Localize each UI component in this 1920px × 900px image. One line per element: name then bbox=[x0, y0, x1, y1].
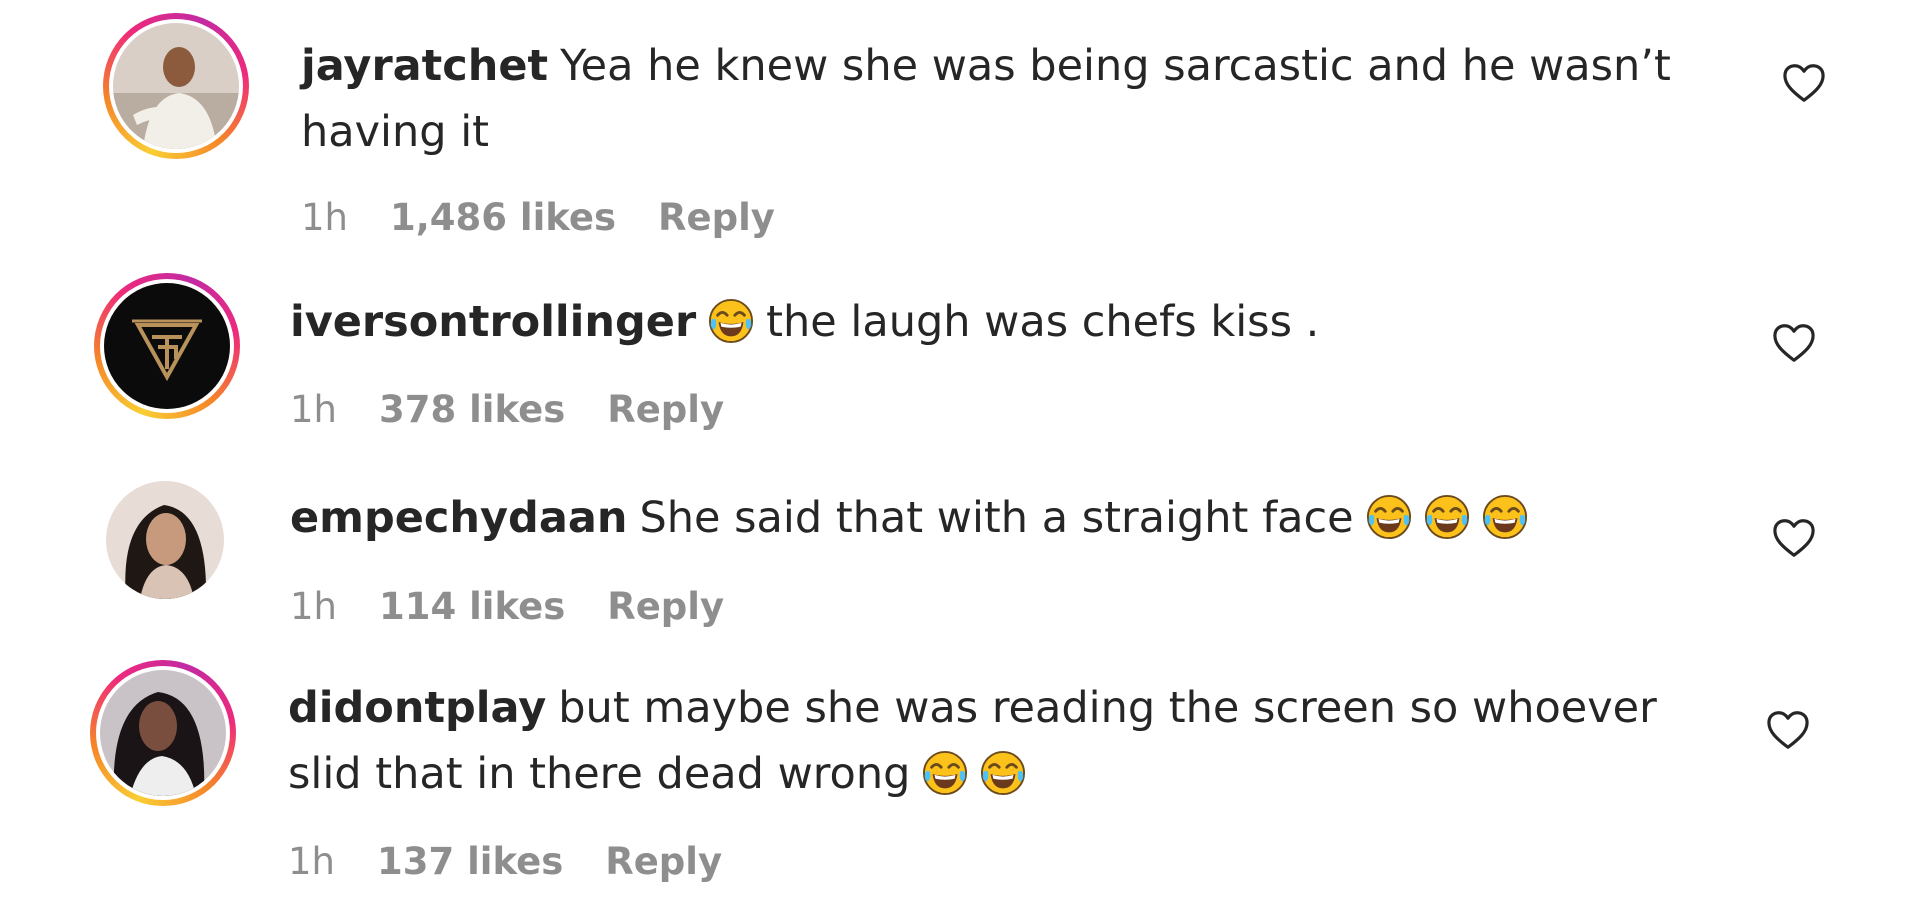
heart-icon[interactable] bbox=[1772, 323, 1816, 363]
timestamp: 1h bbox=[301, 196, 348, 239]
comment-text: having it bbox=[301, 107, 490, 157]
comment-text: the laugh was chefs kiss . bbox=[766, 297, 1320, 347]
reply-button[interactable]: Reply bbox=[605, 840, 722, 883]
face-with-tears-of-joy-icon bbox=[922, 750, 968, 796]
reply-button[interactable]: Reply bbox=[607, 585, 724, 628]
username[interactable]: jayratchet bbox=[301, 41, 548, 91]
comment-body: jayratchet Yea he knew she was being sarc… bbox=[301, 33, 1671, 165]
comment-body: didontplay but maybe she was reading the … bbox=[288, 675, 1657, 807]
comment-text: She said that with a straight face bbox=[639, 493, 1354, 543]
likes-count[interactable]: 114 likes bbox=[379, 585, 565, 628]
comment-text: Yea he knew she was being sarcastic and … bbox=[560, 41, 1671, 91]
face-with-tears-of-joy-icon bbox=[1482, 494, 1528, 540]
face-with-tears-of-joy-icon bbox=[1424, 494, 1470, 540]
comment-body: empechydaan She said that with a straight… bbox=[290, 485, 1540, 551]
logo-icon bbox=[104, 283, 230, 409]
likes-count[interactable]: 137 likes bbox=[377, 840, 563, 883]
avatar[interactable] bbox=[106, 481, 224, 599]
timestamp: 1h bbox=[290, 585, 337, 628]
likes-count[interactable]: 1,486 likes bbox=[390, 196, 616, 239]
heart-icon[interactable] bbox=[1772, 518, 1816, 558]
timestamp: 1h bbox=[290, 388, 337, 431]
comment-body: iversontrollinger the laugh was chefs kis… bbox=[290, 289, 1319, 355]
face-with-tears-of-joy-icon bbox=[980, 750, 1026, 796]
face-with-tears-of-joy-icon bbox=[708, 298, 754, 344]
comment-meta: 1h 1,486 likes Reply bbox=[301, 196, 817, 239]
comment-text: slid that in there dead wrong bbox=[288, 749, 911, 799]
comment-text: but maybe she was reading the screen so … bbox=[558, 683, 1657, 733]
username[interactable]: empechydaan bbox=[290, 493, 627, 543]
heart-icon[interactable] bbox=[1766, 710, 1810, 750]
comment-meta: 1h 114 likes Reply bbox=[290, 585, 766, 628]
reply-button[interactable]: Reply bbox=[658, 196, 775, 239]
likes-count[interactable]: 378 likes bbox=[379, 388, 565, 431]
avatar-photo-icon bbox=[106, 481, 224, 599]
avatar[interactable] bbox=[104, 283, 230, 409]
username[interactable]: iversontrollinger bbox=[290, 297, 696, 347]
avatar[interactable] bbox=[113, 23, 239, 149]
avatar-photo-icon bbox=[100, 670, 226, 796]
face-with-tears-of-joy-icon bbox=[1366, 494, 1412, 540]
reply-button[interactable]: Reply bbox=[607, 388, 724, 431]
heart-icon[interactable] bbox=[1782, 63, 1826, 103]
avatar-photo-icon bbox=[113, 23, 239, 149]
comment-meta: 1h 137 likes Reply bbox=[288, 840, 764, 883]
comment-meta: 1h 378 likes Reply bbox=[290, 388, 766, 431]
username[interactable]: didontplay bbox=[288, 683, 546, 733]
avatar[interactable] bbox=[100, 670, 226, 796]
timestamp: 1h bbox=[288, 840, 335, 883]
